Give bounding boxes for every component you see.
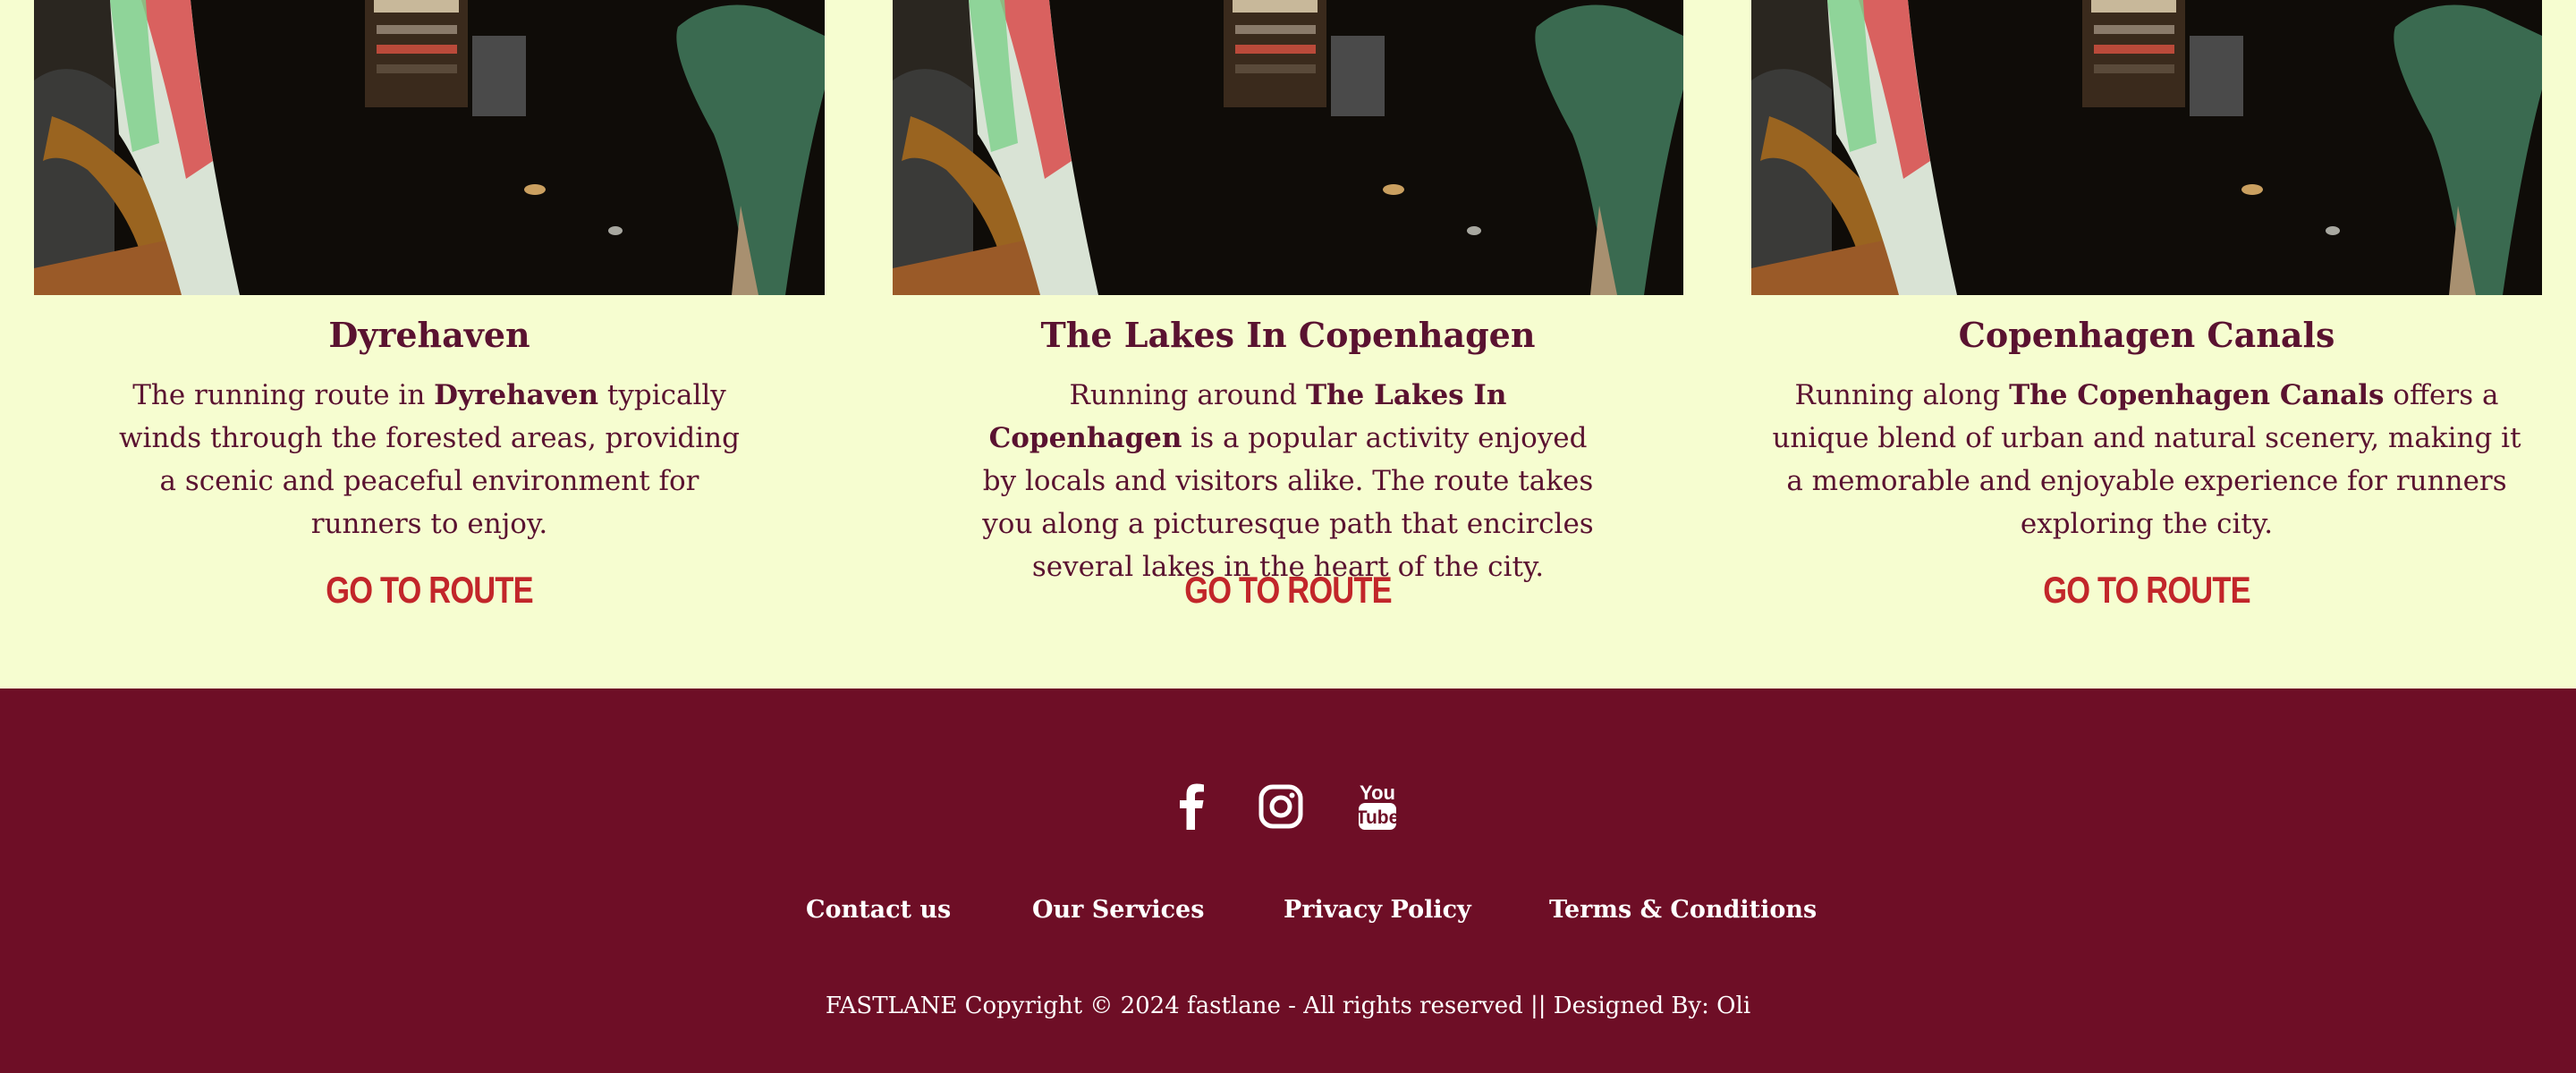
copyright-text: FASTLANE Copyright © 2024 fastlane - All… [825, 993, 1751, 1019]
footer-nav: Contact us Our Services Privacy Policy T… [0, 896, 2576, 932]
site-footer: You Tube Contact us Our Services Privacy… [0, 689, 2576, 1073]
route-card-canals: Copenhagen Canals Running along The Cope… [1751, 0, 2542, 689]
route-photo [34, 0, 825, 295]
card-title: The Lakes In Copenhagen [1040, 315, 1536, 355]
footer-link-our-services[interactable]: Our Services [1032, 896, 1204, 924]
route-card-lakes: The Lakes In Copenhagen Running around T… [893, 0, 1683, 689]
go-to-route-link[interactable]: GO TO ROUTE [106, 569, 754, 612]
route-cards-section: Dyrehaven The running route in Dyrehaven… [0, 0, 2576, 689]
svg-text:You: You [1360, 782, 1395, 804]
footer-link-terms-conditions[interactable]: Terms & Conditions [1549, 896, 1817, 924]
route-photo [893, 0, 1683, 295]
go-to-route-link[interactable]: GO TO ROUTE [964, 569, 1613, 612]
card-description: Running around The Lakes In Copenhagen i… [982, 379, 1594, 583]
footer-link-contact-us[interactable]: Contact us [806, 896, 951, 924]
go-to-route-link[interactable]: GO TO ROUTE [1823, 569, 2471, 612]
card-title: Copenhagen Canals [1958, 315, 2335, 355]
route-photo [1751, 0, 2542, 295]
facebook-icon[interactable] [1163, 778, 1220, 835]
footer-link-privacy-policy[interactable]: Privacy Policy [1284, 896, 1471, 924]
card-title: Dyrehaven [328, 315, 530, 355]
youtube-icon[interactable]: You Tube [1349, 778, 1406, 835]
card-description: The running route in Dyrehaven typically… [119, 379, 740, 540]
route-card-dyrehaven: Dyrehaven The running route in Dyrehaven… [34, 0, 825, 689]
instagram-icon[interactable] [1252, 778, 1309, 835]
svg-text:Tube: Tube [1356, 807, 1400, 828]
social-links: You Tube [0, 778, 2576, 841]
card-description: Running along The Copenhagen Canals offe… [1772, 379, 2521, 540]
